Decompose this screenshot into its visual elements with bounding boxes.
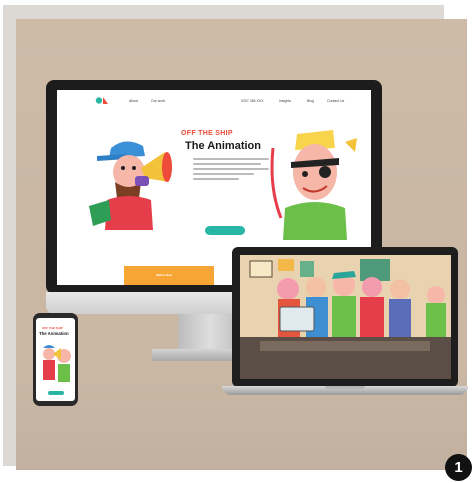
phone-hero-kicker: OFF THE SHIP: [42, 326, 63, 330]
nav-item-insights[interactable]: Insights: [279, 99, 291, 103]
laptop-screen: [240, 255, 451, 379]
pirate-character-illustration: [270, 130, 357, 240]
hero-title: The Animation: [185, 140, 261, 152]
watch-now-label: Watch Now: [156, 273, 173, 277]
phone-cta-button[interactable]: [48, 391, 64, 395]
step-number-badge: 1: [445, 454, 472, 481]
phone-screen: OFF THE SHIP The Animation: [36, 318, 75, 401]
nav-item-phone[interactable]: 0207 484 XXX: [241, 99, 264, 103]
megaphone-character-illustration: [89, 141, 172, 230]
hero-paragraph: [193, 158, 269, 183]
phone-illustration: [43, 345, 71, 382]
laptop-notch: [325, 386, 365, 389]
watch-now-card[interactable]: Watch Now: [124, 266, 214, 285]
site-logo-icon: [95, 97, 108, 104]
nav-item-our-work[interactable]: Our work: [151, 99, 165, 103]
nav-item-about[interactable]: About: [129, 99, 138, 103]
nav-item-contact[interactable]: Contact Us: [327, 99, 344, 103]
hero-kicker: OFF THE SHIP: [181, 130, 233, 137]
hero-cta-button[interactable]: [205, 226, 245, 235]
office-scene-illustration: [240, 255, 451, 379]
phone-hero-title: The Animation: [39, 331, 69, 336]
nav-item-blog[interactable]: Blog: [307, 99, 314, 103]
